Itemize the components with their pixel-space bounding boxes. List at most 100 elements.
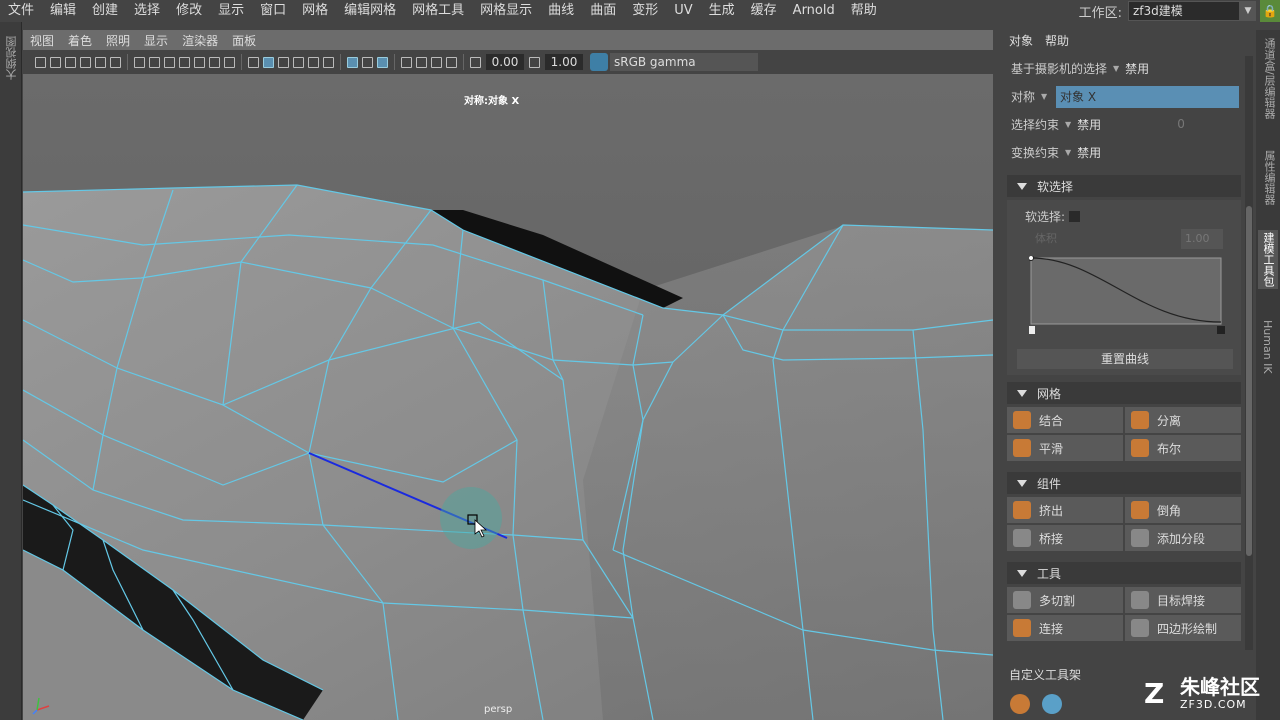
shelf-tool-icon[interactable] bbox=[1010, 694, 1030, 714]
tab-channel-box[interactable]: 通道盒/层编辑器 bbox=[1261, 38, 1277, 119]
safe-title-icon[interactable] bbox=[224, 56, 235, 68]
falloff-radius-field[interactable]: 1.00 bbox=[1181, 229, 1223, 249]
menu-select[interactable]: 选择 bbox=[126, 0, 168, 22]
chevron-down-icon[interactable]: ▼ bbox=[1113, 64, 1119, 73]
ao-icon[interactable] bbox=[431, 56, 442, 68]
panel-menu-help[interactable]: 帮助 bbox=[1039, 32, 1075, 49]
tab-human-ik[interactable]: Human IK bbox=[1261, 320, 1274, 374]
falloff-curve-editor[interactable] bbox=[1029, 256, 1227, 336]
safe-action-icon[interactable] bbox=[209, 56, 220, 68]
vp-menu-panels[interactable]: 面板 bbox=[225, 32, 263, 49]
select-constraint-value[interactable]: 禁用 bbox=[1077, 116, 1101, 133]
chevron-down-icon[interactable]: ▼ bbox=[1240, 1, 1256, 21]
mesh-section-header[interactable]: 网格 bbox=[1007, 382, 1241, 404]
menu-surfaces[interactable]: 曲面 bbox=[582, 0, 624, 22]
multi-cut-button[interactable]: 多切割 bbox=[1007, 587, 1123, 613]
combine-button[interactable]: 结合 bbox=[1007, 407, 1123, 433]
exposure-icon[interactable] bbox=[470, 56, 481, 68]
menu-uv[interactable]: UV bbox=[666, 0, 700, 22]
color-management-icon[interactable] bbox=[590, 53, 608, 71]
falloff-mode-dropdown[interactable]: 体积 bbox=[1031, 229, 1153, 249]
panel-scrollbar[interactable] bbox=[1245, 56, 1253, 650]
film-gate-icon[interactable] bbox=[149, 56, 160, 68]
menu-mesh-tools[interactable]: 网格工具 bbox=[404, 0, 472, 22]
bridge-button[interactable]: 桥接 bbox=[1007, 525, 1123, 551]
vp-menu-view[interactable]: 视图 bbox=[23, 32, 61, 49]
wireframe-on-shaded-icon[interactable] bbox=[278, 56, 289, 68]
lock-icon[interactable]: 🔒 bbox=[1260, 0, 1280, 22]
connect-button[interactable]: 连接 bbox=[1007, 615, 1123, 641]
menu-cache[interactable]: 缓存 bbox=[743, 0, 785, 22]
chevron-down-icon[interactable]: ▼ bbox=[1041, 92, 1047, 101]
target-weld-button[interactable]: 目标焊接 bbox=[1125, 587, 1241, 613]
symmetry-dropdown[interactable]: 对象 X bbox=[1056, 86, 1239, 108]
menu-help[interactable]: 帮助 bbox=[843, 0, 885, 22]
pan-icon[interactable] bbox=[110, 56, 121, 68]
boolean-button[interactable]: 布尔 bbox=[1125, 435, 1241, 461]
menu-edit-mesh[interactable]: 编辑网格 bbox=[336, 0, 404, 22]
lights-icon[interactable] bbox=[308, 56, 319, 68]
quad-draw-button[interactable]: 四边形绘制 bbox=[1125, 615, 1241, 641]
camera-selection-value[interactable]: 禁用 bbox=[1125, 60, 1149, 77]
chevron-down-icon[interactable]: ▼ bbox=[1065, 148, 1071, 157]
soft-select-checkbox[interactable] bbox=[1069, 211, 1081, 222]
menu-display[interactable]: 显示 bbox=[210, 0, 252, 22]
extrude-button[interactable]: 挤出 bbox=[1007, 497, 1123, 523]
tab-attribute-editor[interactable]: 属性编辑器 bbox=[1261, 150, 1277, 205]
shadows-icon[interactable] bbox=[323, 56, 334, 68]
outliner-tab[interactable]: 大纲视图 bbox=[0, 22, 22, 720]
camera-lock-icon[interactable] bbox=[50, 56, 61, 68]
menu-window[interactable]: 窗口 bbox=[252, 0, 294, 22]
smooth-shade-icon[interactable] bbox=[263, 56, 274, 68]
menu-mesh-display[interactable]: 网格显示 bbox=[472, 0, 540, 22]
bevel-button[interactable]: 倒角 bbox=[1125, 497, 1241, 523]
chevron-down-icon[interactable]: ▼ bbox=[1065, 120, 1071, 129]
component-section-header[interactable]: 组件 bbox=[1007, 472, 1241, 494]
menu-generate[interactable]: 生成 bbox=[701, 0, 743, 22]
menu-file[interactable]: 文件 bbox=[0, 0, 42, 22]
vp-menu-renderer[interactable]: 渲染器 bbox=[175, 32, 225, 49]
xray-joints-icon[interactable] bbox=[362, 56, 373, 68]
isolate-icon[interactable] bbox=[377, 56, 388, 68]
move-icon[interactable] bbox=[95, 56, 106, 68]
reset-curve-button[interactable]: 重置曲线 bbox=[1017, 349, 1233, 369]
tab-modeling-toolkit[interactable]: 建模工具包 bbox=[1258, 230, 1278, 289]
menu-modify[interactable]: 修改 bbox=[168, 0, 210, 22]
menu-mesh[interactable]: 网格 bbox=[294, 0, 336, 22]
gamma-icon[interactable] bbox=[529, 56, 540, 68]
tools-section-header[interactable]: 工具 bbox=[1007, 562, 1241, 584]
wireframe-icon[interactable] bbox=[248, 56, 259, 68]
menu-edit[interactable]: 编辑 bbox=[42, 0, 84, 22]
field-chart-icon[interactable] bbox=[194, 56, 205, 68]
vp-menu-show[interactable]: 显示 bbox=[137, 32, 175, 49]
menu-deform[interactable]: 变形 bbox=[624, 0, 666, 22]
aa-icon[interactable] bbox=[446, 56, 457, 68]
add-divisions-button[interactable]: 添加分段 bbox=[1125, 525, 1241, 551]
separate-button[interactable]: 分离 bbox=[1125, 407, 1241, 433]
transform-constraint-value[interactable]: 禁用 bbox=[1077, 144, 1101, 161]
vp-menu-lighting[interactable]: 照明 bbox=[99, 32, 137, 49]
image-plane-icon[interactable] bbox=[80, 56, 91, 68]
menu-curves[interactable]: 曲线 bbox=[540, 0, 582, 22]
panel-menu-object[interactable]: 对象 bbox=[1003, 32, 1039, 49]
camera-icon[interactable] bbox=[35, 56, 46, 68]
smooth-button[interactable]: 平滑 bbox=[1007, 435, 1123, 461]
gamma-field[interactable]: 1.00 bbox=[545, 54, 583, 70]
gate-mask-icon[interactable] bbox=[179, 56, 190, 68]
resolution-gate-icon[interactable] bbox=[164, 56, 175, 68]
workspace-dropdown[interactable]: zf3d建模 bbox=[1128, 1, 1240, 21]
exposure-field[interactable]: 0.00 bbox=[486, 54, 524, 70]
menu-create[interactable]: 创建 bbox=[84, 0, 126, 22]
vp-menu-shading[interactable]: 着色 bbox=[61, 32, 99, 49]
select-icon[interactable] bbox=[401, 56, 412, 68]
bookmark-icon[interactable] bbox=[65, 56, 76, 68]
shelf-tool-icon[interactable] bbox=[1042, 694, 1062, 714]
soft-select-header[interactable]: 软选择 bbox=[1007, 175, 1241, 197]
mesh-scene[interactable] bbox=[23, 30, 993, 720]
view-transform-dropdown[interactable]: sRGB gamma bbox=[610, 53, 758, 71]
copy-icon[interactable] bbox=[416, 56, 427, 68]
viewport[interactable] bbox=[23, 30, 993, 720]
grid-icon[interactable] bbox=[134, 56, 145, 68]
textured-icon[interactable] bbox=[293, 56, 304, 68]
menu-arnold[interactable]: Arnold bbox=[785, 0, 843, 22]
